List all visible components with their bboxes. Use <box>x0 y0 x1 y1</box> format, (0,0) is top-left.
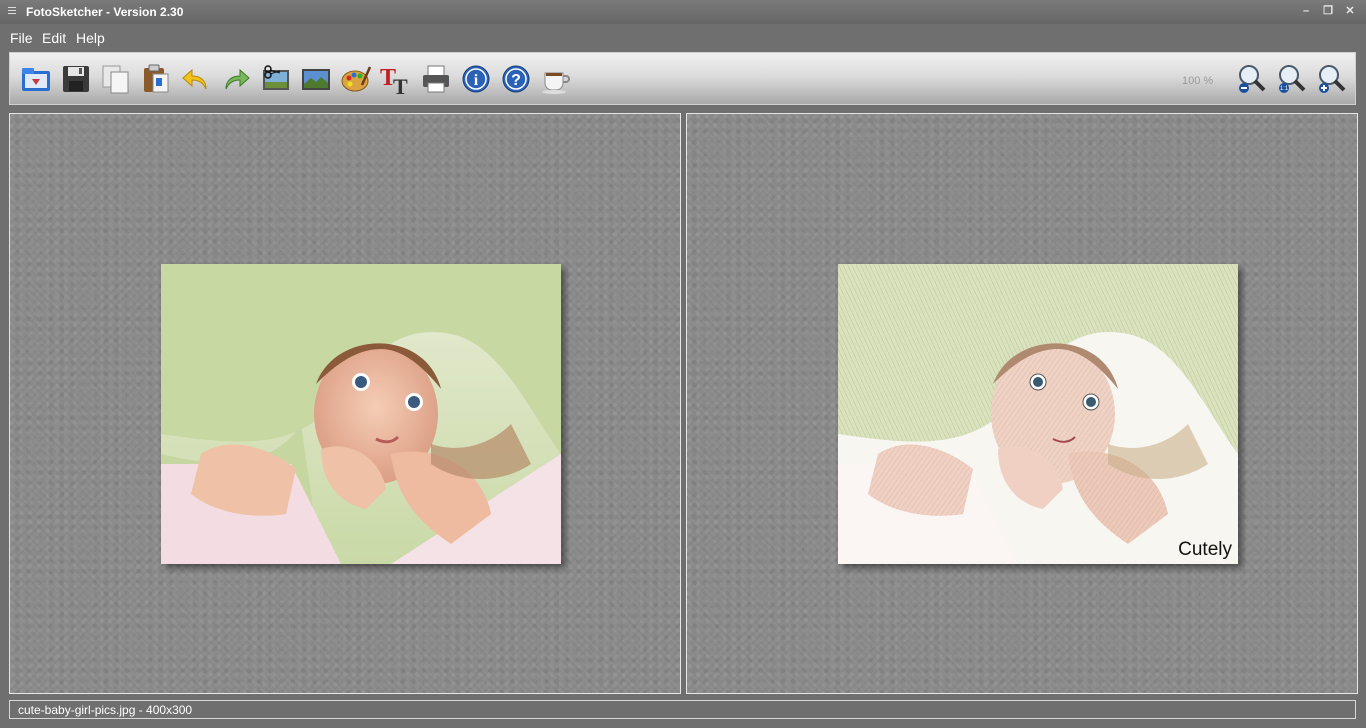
sketch-result-panel[interactable]: Cutely <box>686 113 1358 694</box>
window-title: FotoSketcher - Version 2.30 <box>26 5 184 19</box>
landscape-image-icon[interactable] <box>300 63 332 95</box>
status-text: cute-baby-girl-pics.jpg - 400x300 <box>18 703 193 717</box>
system-menu-icon[interactable] <box>8 7 16 15</box>
zoom-fit-icon[interactable]: 1:1 <box>1276 63 1308 95</box>
svg-text:i: i <box>474 72 479 89</box>
menu-bar: File Edit Help <box>0 24 1366 50</box>
coffee-cup-icon[interactable] <box>540 63 572 95</box>
save-icon[interactable] <box>60 63 92 95</box>
original-image-panel[interactable] <box>9 113 681 694</box>
info-icon[interactable]: i <box>460 63 492 95</box>
close-button[interactable]: ✕ <box>1342 3 1358 19</box>
crop-image-icon[interactable] <box>260 63 292 95</box>
menu-edit[interactable]: Edit <box>42 30 66 46</box>
original-photo <box>161 264 561 564</box>
undo-icon[interactable] <box>180 63 212 95</box>
zoom-in-icon[interactable] <box>1316 63 1348 95</box>
copy-icon[interactable] <box>100 63 132 95</box>
restore-button[interactable]: ❐ <box>1320 3 1336 19</box>
print-icon[interactable] <box>420 63 452 95</box>
zoom-out-icon[interactable] <box>1236 63 1268 95</box>
zoom-level: 100 % <box>1182 75 1214 87</box>
palette-icon[interactable] <box>340 63 372 95</box>
text-icon[interactable]: TT <box>380 63 412 95</box>
svg-text:?: ? <box>511 72 521 89</box>
help-icon[interactable]: ? <box>500 63 532 95</box>
minimize-button[interactable]: – <box>1298 3 1314 19</box>
menu-file[interactable]: File <box>10 30 33 46</box>
redo-icon[interactable] <box>220 63 252 95</box>
menu-help[interactable]: Help <box>76 30 105 46</box>
toolbar: TT i ? 100 % 1:1 <box>9 52 1356 105</box>
title-bar: FotoSketcher - Version 2.30 – ❐ ✕ <box>0 0 1366 24</box>
svg-text:1:1: 1:1 <box>1280 86 1289 92</box>
open-folder-icon[interactable] <box>20 63 52 95</box>
sketch-photo: Cutely <box>838 264 1238 564</box>
status-bar: cute-baby-girl-pics.jpg - 400x300 <box>9 700 1356 719</box>
watermark-text: Cutely <box>1178 539 1232 560</box>
paste-icon[interactable] <box>140 63 172 95</box>
svg-text:T: T <box>393 74 408 95</box>
